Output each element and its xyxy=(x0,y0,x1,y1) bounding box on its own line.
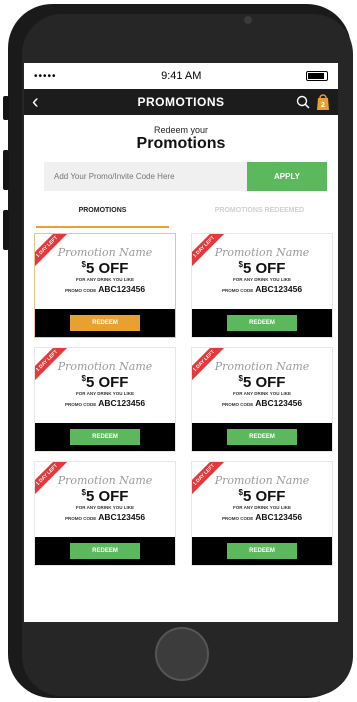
home-button[interactable] xyxy=(155,627,209,681)
side-button-volume-up xyxy=(3,150,9,190)
promo-code-row: APPLY xyxy=(44,162,327,191)
card-footer: REDEEM xyxy=(192,423,332,451)
redeem-button[interactable]: REDEEM xyxy=(70,429,140,445)
discount-amount: $5 OFF xyxy=(35,488,175,505)
side-button-volume-down xyxy=(3,210,9,250)
promotion-tabs: PROMOTIONS PROMOTIONS REDEEMED xyxy=(24,207,338,228)
promotion-cards: 1 DAY LEFT Promotion Name $5 OFF FOR ANY… xyxy=(34,233,338,566)
discount-value: 5 OFF xyxy=(242,488,286,505)
promo-code-label: PROMO CODE xyxy=(221,288,254,293)
discount-value: 5 OFF xyxy=(85,260,129,277)
phone-screen: ••••• 9:41 AM ‹ PROMOTIONS 2 Redeem your… xyxy=(24,63,338,622)
promotion-description: FOR ANY DRINK YOU LIKE xyxy=(233,505,291,510)
promo-code: PROMO CODE ABC123456 xyxy=(192,284,332,294)
discount-amount: $5 OFF xyxy=(192,488,332,505)
discount-amount: $5 OFF xyxy=(35,260,175,277)
cart-icon[interactable]: 2 xyxy=(314,92,332,112)
promo-code: PROMO CODE ABC123456 xyxy=(192,398,332,408)
promotion-description: FOR ANY DRINK YOU LIKE xyxy=(76,391,134,396)
redeem-subtitle: Redeem your xyxy=(153,125,209,135)
apply-button[interactable]: APPLY xyxy=(247,162,327,191)
side-button-silent xyxy=(3,96,9,120)
card-footer: REDEEM xyxy=(192,309,332,337)
redeem-button[interactable]: REDEEM xyxy=(227,429,297,445)
promo-code-input[interactable] xyxy=(44,162,247,191)
redeem-button[interactable]: REDEEM xyxy=(227,543,297,559)
promotion-name: Promotion Name xyxy=(57,474,153,487)
page-title: PROMOTIONS xyxy=(137,95,225,109)
promo-code-value: ABC123456 xyxy=(98,284,146,294)
promo-code-label: PROMO CODE xyxy=(64,288,97,293)
promo-code: PROMO CODE ABC123456 xyxy=(35,512,175,522)
promotion-card: 1 DAY LEFT Promotion Name $5 OFF FOR ANY… xyxy=(34,461,176,566)
front-camera xyxy=(244,16,252,24)
discount-value: 5 OFF xyxy=(85,488,129,505)
promo-code-value: ABC123456 xyxy=(98,398,146,408)
promotion-name: Promotion Name xyxy=(214,246,310,259)
back-chevron-icon[interactable]: ‹ xyxy=(32,92,39,112)
promo-code: PROMO CODE ABC123456 xyxy=(35,398,175,408)
redeem-button[interactable]: REDEEM xyxy=(70,543,140,559)
tab-promotions[interactable]: PROMOTIONS xyxy=(24,207,181,228)
promotion-description: FOR ANY DRINK YOU LIKE xyxy=(233,277,291,282)
discount-amount: $5 OFF xyxy=(192,260,332,277)
promo-code-value: ABC123456 xyxy=(255,284,303,294)
promo-code: PROMO CODE ABC123456 xyxy=(192,512,332,522)
card-footer: REDEEM xyxy=(35,423,175,451)
discount-value: 5 OFF xyxy=(242,260,286,277)
promotion-name: Promotion Name xyxy=(57,246,153,259)
promotion-name: Promotion Name xyxy=(214,474,310,487)
promo-code: PROMO CODE ABC123456 xyxy=(35,284,175,294)
signal-dots: ••••• xyxy=(34,70,57,82)
promo-code-label: PROMO CODE xyxy=(221,516,254,521)
search-icon[interactable] xyxy=(296,95,310,109)
promo-code-value: ABC123456 xyxy=(255,512,303,522)
promo-code-value: ABC123456 xyxy=(255,398,303,408)
card-footer: REDEEM xyxy=(35,309,175,337)
promo-code-label: PROMO CODE xyxy=(64,516,97,521)
status-bar: ••••• 9:41 AM xyxy=(24,63,338,89)
promo-code-label: PROMO CODE xyxy=(64,402,97,407)
redeem-button[interactable]: REDEEM xyxy=(227,315,297,331)
cart-count: 2 xyxy=(321,102,325,109)
promotion-description: FOR ANY DRINK YOU LIKE xyxy=(76,505,134,510)
card-footer: REDEEM xyxy=(35,537,175,565)
redeem-header: Redeem your Promotions xyxy=(24,125,338,153)
promo-code-label: PROMO CODE xyxy=(221,402,254,407)
discount-amount: $5 OFF xyxy=(192,374,332,391)
promotion-card: 1 DAY LEFT Promotion Name $5 OFF FOR ANY… xyxy=(34,233,176,338)
discount-value: 5 OFF xyxy=(242,374,286,391)
nav-bar: ‹ PROMOTIONS 2 xyxy=(24,89,338,115)
promotion-card: 1 DAY LEFT Promotion Name $5 OFF FOR ANY… xyxy=(34,347,176,452)
discount-amount: $5 OFF xyxy=(35,374,175,391)
status-time: 9:41 AM xyxy=(161,70,202,82)
promotion-card: 1 DAY LEFT Promotion Name $5 OFF FOR ANY… xyxy=(191,233,333,338)
redeem-title: Promotions xyxy=(136,135,226,152)
tab-promotions-redeemed[interactable]: PROMOTIONS REDEEMED xyxy=(181,207,338,223)
promotion-description: FOR ANY DRINK YOU LIKE xyxy=(76,277,134,282)
promo-code-value: ABC123456 xyxy=(98,512,146,522)
card-footer: REDEEM xyxy=(192,537,332,565)
promotion-description: FOR ANY DRINK YOU LIKE xyxy=(233,391,291,396)
promotion-name: Promotion Name xyxy=(214,360,310,373)
promotion-card: 1 DAY LEFT Promotion Name $5 OFF FOR ANY… xyxy=(191,347,333,452)
promotion-card: 1 DAY LEFT Promotion Name $5 OFF FOR ANY… xyxy=(191,461,333,566)
redeem-button[interactable]: REDEEM xyxy=(70,315,140,331)
battery-icon xyxy=(306,71,328,81)
discount-value: 5 OFF xyxy=(85,374,129,391)
promotion-name: Promotion Name xyxy=(57,360,153,373)
